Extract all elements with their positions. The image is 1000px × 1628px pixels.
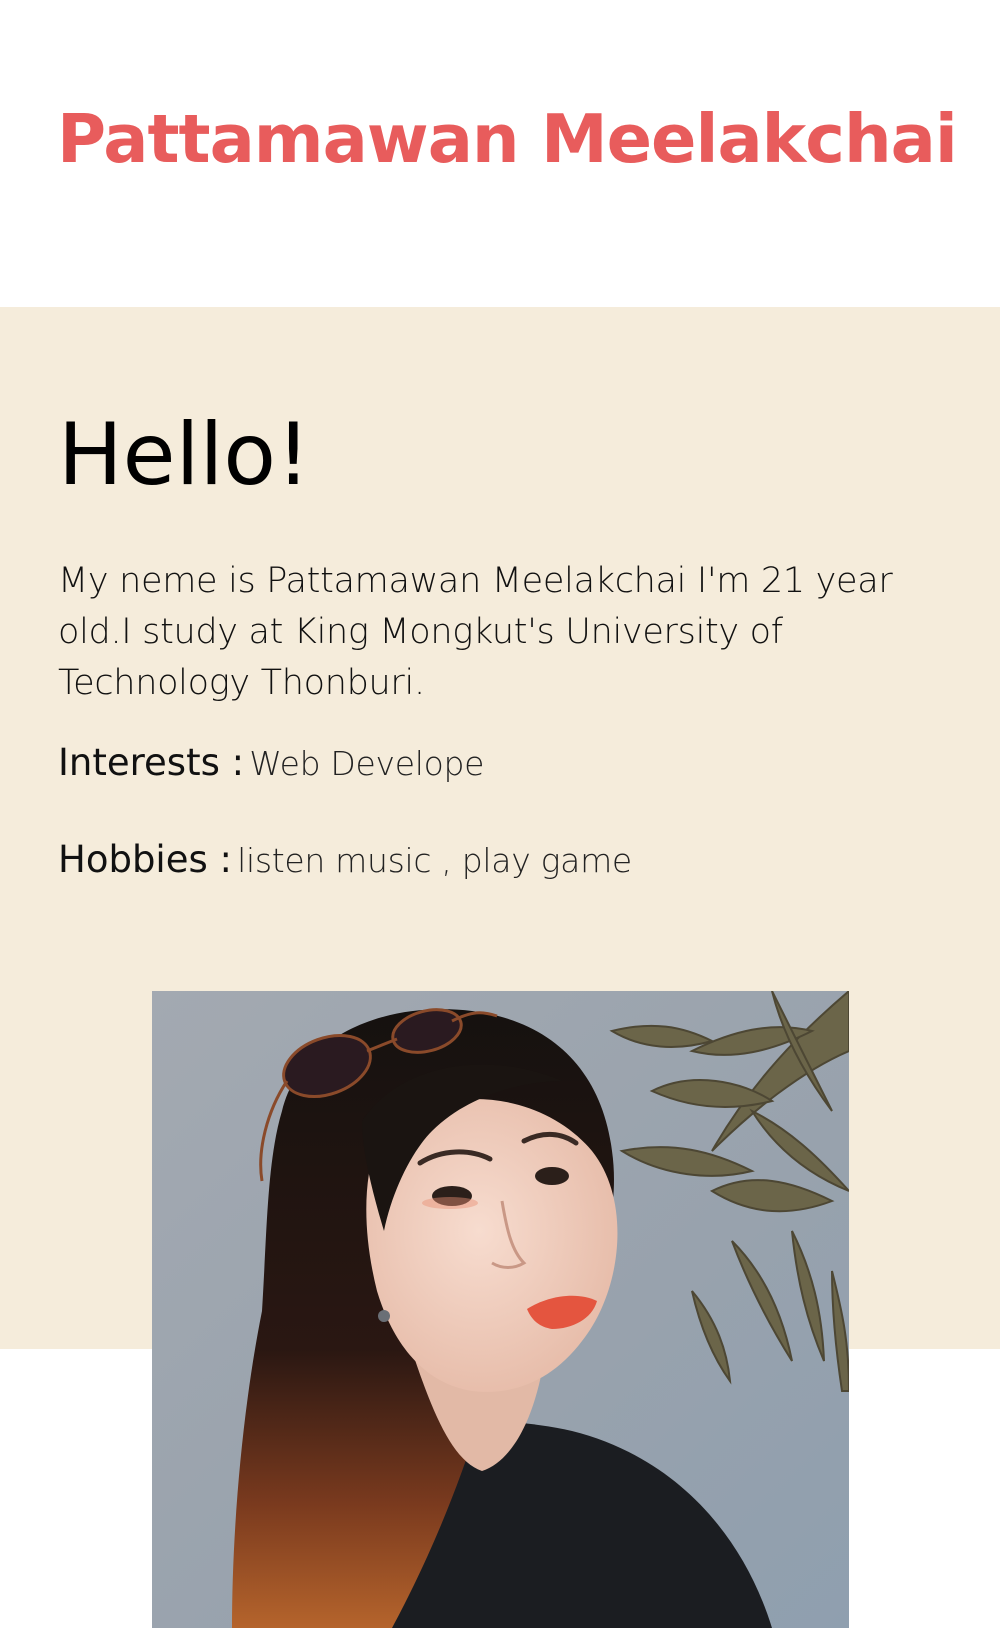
interests-row: Interests : Web Develope	[58, 744, 484, 781]
portrait-image	[152, 991, 849, 1628]
hobbies-label: Hobbies :	[58, 838, 232, 881]
profile-photo	[152, 991, 849, 1628]
header: Pattamawan Meelakchai	[0, 0, 1000, 307]
bio-paragraph: My neme is Pattamawan Meelakchai I'm 21 …	[58, 561, 893, 703]
hello-heading: Hello!	[58, 405, 311, 505]
interests-value: Web Develope	[249, 744, 485, 783]
interests-label: Interests :	[58, 741, 245, 784]
page: Pattamawan Meelakchai Hello! My neme is …	[0, 0, 1000, 1628]
hobbies-value: listen music , play game	[237, 841, 632, 880]
site-title: Pattamawan Meelakchai	[57, 100, 958, 178]
hobbies-row: Hobbies : listen music , play game	[58, 841, 632, 878]
